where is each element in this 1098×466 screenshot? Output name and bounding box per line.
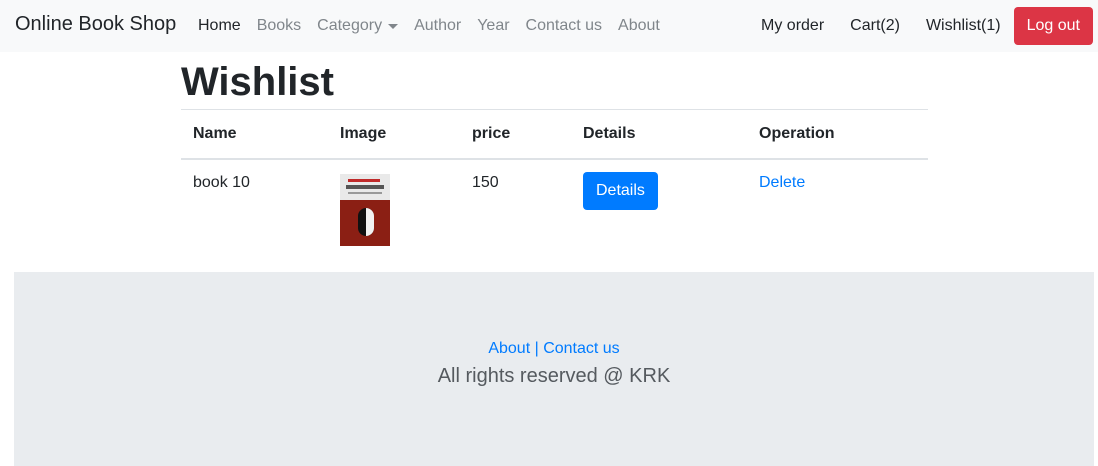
main-content: Wishlist Name Image price Details Operat…	[181, 52, 928, 257]
footer-links: About | Contact us	[14, 340, 1094, 358]
nav-my-order[interactable]: My order	[748, 17, 837, 35]
table-row: book 10 150 Details Delete	[181, 159, 928, 257]
header-details: Details	[571, 109, 747, 160]
nav-home[interactable]: Home	[190, 17, 249, 35]
footer-about-link[interactable]: About	[488, 340, 530, 357]
footer-copyright: All rights reserved @ KRK	[437, 365, 671, 387]
nav-category-label: Category	[317, 17, 383, 34]
details-button[interactable]: Details	[583, 171, 658, 210]
delete-link[interactable]: Delete	[759, 174, 805, 191]
nav-author[interactable]: Author	[406, 17, 469, 35]
cell-operation: Delete	[747, 159, 928, 257]
nav-right: My order Cart(2) Wishlist(1) Log out	[748, 0, 1093, 52]
logout-button[interactable]: Log out	[1013, 7, 1093, 45]
cell-details: Details	[571, 159, 747, 257]
brand-link[interactable]: Online Book Shop	[15, 13, 176, 36]
book-cover-image	[340, 173, 390, 246]
nav-wishlist[interactable]: Wishlist(1)	[913, 17, 1014, 35]
nav-contact-us[interactable]: Contact us	[518, 17, 610, 35]
table-header-row: Name Image price Details Operation	[181, 109, 928, 160]
wishlist-table: Name Image price Details Operation book …	[181, 109, 928, 257]
cell-book-price: 150	[472, 173, 499, 191]
nav-about[interactable]: About	[610, 17, 668, 35]
nav-left: Home Books Category Author Year Contact …	[190, 0, 668, 52]
nav-year[interactable]: Year	[469, 17, 517, 35]
navbar: Online Book Shop Home Books Category Aut…	[0, 0, 1098, 52]
header-name: Name	[181, 109, 328, 160]
header-price: price	[460, 109, 571, 160]
nav-cart[interactable]: Cart(2)	[837, 17, 913, 35]
cell-book-image	[328, 159, 460, 257]
footer: About | Contact us All rights reserved @…	[14, 272, 1094, 466]
nav-books[interactable]: Books	[249, 17, 309, 35]
caret-down-icon	[388, 23, 399, 29]
page-title: Wishlist	[181, 60, 334, 104]
nav-category-dropdown[interactable]: Category	[309, 17, 406, 35]
footer-contact-link[interactable]: Contact us	[543, 340, 619, 357]
cell-book-name: book 10	[193, 173, 250, 191]
header-operation: Operation	[747, 109, 928, 160]
footer-separator: |	[530, 340, 544, 357]
header-image: Image	[328, 109, 460, 160]
